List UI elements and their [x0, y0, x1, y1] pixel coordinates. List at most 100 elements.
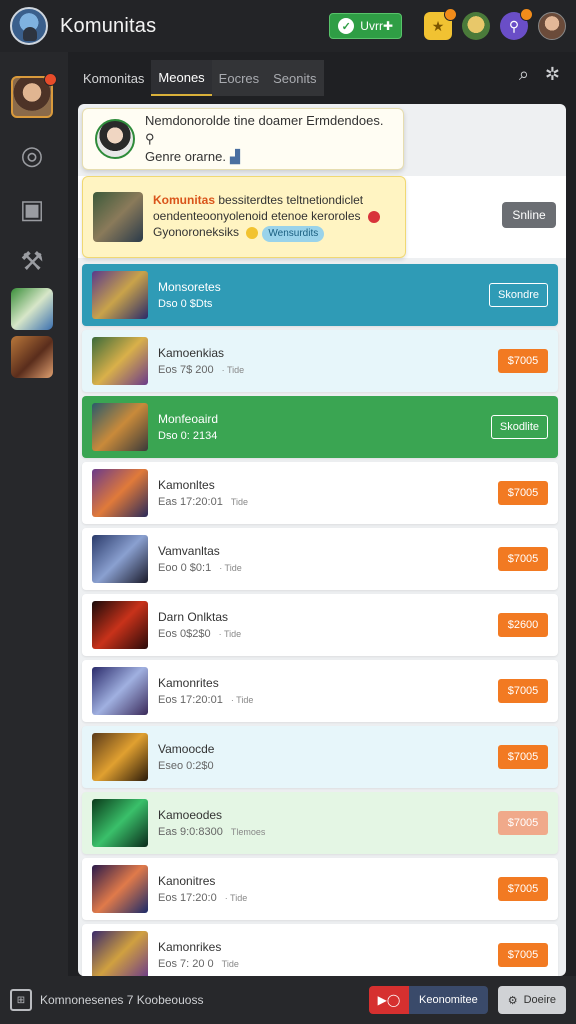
list-item-time: Eos 17:20:0 — [158, 892, 217, 904]
list-item-text: Kanonitres Eos 17:20:0 · Tide — [158, 874, 247, 904]
list-item-title: Kamonltes — [158, 478, 215, 492]
promo-tag[interactable]: Wensurdits — [262, 226, 325, 242]
list-item-subtitle: Eas 9:0:8300 Tlemoes — [158, 826, 265, 838]
list-item-subtitle: Eos 17:20:01 · Tide — [158, 694, 253, 706]
camera-icon[interactable]: ◎ — [11, 134, 53, 176]
live-button[interactable]: ▶◯ Keonomitee — [369, 986, 488, 1014]
chart-icon: ▟ — [229, 149, 240, 164]
list-item[interactable]: Kamoenkias Eos 7$ 200 · Tide $7005 — [82, 330, 558, 392]
notification-badge — [520, 8, 533, 21]
notification-badge — [444, 8, 457, 21]
list-item-text: Kamoenkias Eos 7$ 200 · Tide — [158, 346, 244, 376]
price-button[interactable]: $7005 — [498, 943, 548, 967]
price-button[interactable]: Skondre — [489, 283, 548, 307]
settings-icon: ⚙ — [507, 994, 518, 1007]
list-item-text: Monfeoaird Dso 0: 2134 — [158, 412, 225, 442]
game-thumbnail — [92, 337, 148, 385]
price-button[interactable]: $7005 — [498, 877, 548, 901]
list-item-subtitle: Eoo 0 $0:1 · Tide — [158, 562, 242, 574]
promo-line-2: oendenteoonyolenoid etenoe keroroles — [153, 209, 361, 223]
tab-bar: Komonitas Meones Eocres Seonits — [76, 60, 324, 96]
done-button-label: Doeire — [523, 994, 556, 1006]
list-item[interactable]: Kanonitres Eos 17:20:0 · Tide $7005 — [82, 858, 558, 920]
toolbar: ⌕ ✲ — [519, 64, 560, 85]
rail-avatar[interactable] — [11, 73, 57, 118]
list-item-time: Eos 0$2$0 — [158, 628, 211, 640]
price-button[interactable]: $7005 — [498, 745, 548, 769]
game-thumbnail — [92, 931, 148, 976]
list-item[interactable]: Darn Onlktas Eos 0$2$0 · Tide $2600 — [82, 594, 558, 656]
list-item-title: Vamoocde — [158, 742, 215, 756]
app-logo — [10, 7, 48, 45]
list-item-time: Dso 0 $Dts — [158, 298, 213, 310]
list-item[interactable]: Kamonltes Eas 17:20:01 Tide $7005 — [82, 462, 558, 524]
list-item-subtitle: Dso 0: 2134 — [158, 430, 225, 442]
search-icon[interactable]: ⌕ — [519, 64, 529, 85]
coin-icon — [246, 226, 259, 239]
list-item-subtitle: Eos 17:20:0 · Tide — [158, 892, 247, 904]
photo-icon[interactable]: ▣ — [11, 188, 53, 230]
notice-card[interactable]: Nemdonorolde tine doamer Ermdendoes. ⚲ G… — [82, 108, 404, 170]
price-button[interactable]: $7005 — [498, 481, 548, 505]
game-thumbnail — [92, 601, 148, 649]
list-item-title: Monfeoaird — [158, 412, 219, 426]
top-action-button[interactable]: ✓ Uvrr✚ — [329, 13, 402, 39]
promo-highlight-2: bessiterdtes — [218, 193, 284, 207]
rail-game-thumbnail[interactable] — [11, 336, 53, 378]
price-button[interactable]: Skodlite — [490, 415, 548, 439]
list-item-title: Kamoeodes — [158, 808, 223, 822]
price-button[interactable]: $7005 — [498, 679, 548, 703]
promo-card[interactable]: Komunitas bessiterdtes teltnetiondiclet … — [82, 176, 406, 258]
list-item-time: Eoo 0 $0:1 — [158, 562, 212, 574]
list-item-time: Eos 7$ 200 — [158, 364, 214, 376]
sparkle-icon[interactable]: ✲ — [545, 64, 560, 85]
tab-eocres[interactable]: Eocres — [211, 60, 267, 96]
list-item-subtitle: Eseo 0:2$0 — [158, 760, 222, 772]
list-item[interactable]: Vamoocde Eseo 0:2$0 $7005 — [82, 726, 558, 788]
online-button[interactable]: Snline — [502, 202, 556, 228]
list-item[interactable]: Kamoeodes Eas 9:0:8300 Tlemoes $7005 — [82, 792, 558, 854]
list-item-text: Kamonrikes Eos 7: 20 0 Tide — [158, 940, 239, 970]
game-thumbnail — [92, 271, 148, 319]
game-thumbnail — [92, 865, 148, 913]
grid-icon[interactable]: ⊞ — [10, 989, 32, 1011]
done-button[interactable]: ⚙ Doeire — [497, 986, 566, 1014]
price-button[interactable]: $2600 — [498, 613, 548, 637]
list-item-subtitle: Dso 0 $Dts — [158, 298, 221, 310]
list-item-text: Monsoretes Dso 0 $Dts — [158, 280, 221, 310]
price-button[interactable]: $7005 — [498, 349, 548, 373]
price-button[interactable]: $7005 — [498, 547, 548, 571]
list-item-meta: · Tide — [230, 695, 254, 705]
list-item[interactable]: Monsoretes Dso 0 $Dts Skondre — [82, 264, 558, 326]
list-item-time: Eseo 0:2$0 — [158, 760, 214, 772]
list-item-subtitle: Eas 17:20:01 Tide — [158, 496, 248, 508]
tab-komonitas[interactable]: Komonitas — [76, 60, 151, 96]
notice-line-1: Nemdonorolde tine doamer Ermdendoes. — [145, 113, 384, 128]
profile-avatar[interactable] — [538, 12, 566, 40]
left-rail: ◎ ▣ ⚒ — [0, 52, 68, 976]
list-item[interactable]: Monfeoaird Dso 0: 2134 Skodlite — [82, 396, 558, 458]
wrench-icon[interactable]: ⚒ — [11, 240, 53, 282]
game-icon[interactable] — [462, 12, 490, 40]
list-item-text: Darn Onlktas Eos 0$2$0 · Tide — [158, 610, 241, 640]
tab-meones[interactable]: Meones — [151, 60, 212, 96]
list-item-text: Kamoeodes Eas 9:0:8300 Tlemoes — [158, 808, 265, 838]
check-icon: ✓ — [338, 18, 355, 34]
promo-thumbnail — [93, 192, 143, 242]
rail-game-thumbnail[interactable] — [11, 288, 53, 330]
main-panel: Nemdonorolde tine doamer Ermdendoes. ⚲ G… — [78, 104, 566, 976]
price-button[interactable]: $7005 — [498, 811, 548, 835]
list-item[interactable]: Kamonrikes Eos 7: 20 0 Tide $7005 — [82, 924, 558, 976]
game-thumbnail — [92, 403, 148, 451]
game-thumbnail — [92, 469, 148, 517]
tab-seonits[interactable]: Seonits — [266, 60, 324, 96]
star-icon[interactable]: ★ — [424, 8, 457, 40]
link-icon[interactable]: ⚲ — [500, 8, 533, 40]
list-item-meta: · Tide — [218, 629, 242, 639]
pin-icon: ⚲ — [145, 131, 155, 146]
list-item-meta: Tide — [230, 497, 249, 507]
list-item-title: Vamvanltas — [158, 544, 220, 558]
list-item[interactable]: Kamonrites Eos 17:20:01 · Tide $7005 — [82, 660, 558, 722]
game-thumbnail — [92, 733, 148, 781]
list-item[interactable]: Vamvanltas Eoo 0 $0:1 · Tide $7005 — [82, 528, 558, 590]
